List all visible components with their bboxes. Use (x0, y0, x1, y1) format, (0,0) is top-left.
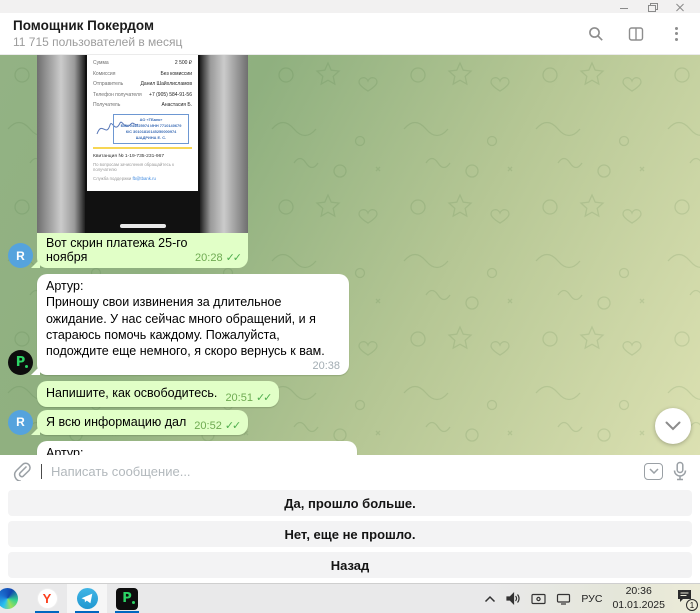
language-indicator[interactable]: РУС (581, 593, 602, 605)
photo-caption[interactable]: Вот скрин платежа 25-го ноября 20:28 ✓✓ (31, 233, 248, 268)
taskbar-clock[interactable]: 20:36 01.01.2025 (612, 585, 665, 611)
message-row: P Артур: Отправьте, пожалуйста, чек об о… (8, 440, 700, 455)
chat-title: Помощник Покердом (13, 18, 154, 33)
receipt-label: Получатель (93, 102, 121, 109)
photo-left-edge (37, 55, 85, 233)
toggle-sidebar-icon[interactable] (628, 26, 644, 42)
receipt-label: Отправитель (93, 81, 124, 88)
receipt-value: Анастасия Б. (161, 102, 192, 109)
taskbar-pokerdom-button[interactable]: P (107, 584, 147, 613)
chat-area: R Сумма 2 500 ₽ Комиссия Без комиссии Отпр… (0, 55, 700, 455)
menu-kebab-icon[interactable] (668, 26, 684, 42)
scroll-to-bottom-button[interactable] (655, 408, 691, 444)
phone-mockup: Сумма 2 500 ₽ Комиссия Без комиссии Отправ… (85, 55, 200, 233)
avatar[interactable]: R (8, 243, 33, 268)
payment-receipt: Сумма 2 500 ₽ Комиссия Без комиссии Отправ… (87, 55, 198, 191)
reply-button-no[interactable]: Нет, еще не прошло. (8, 521, 692, 547)
hidden-icons-chevron-icon[interactable] (484, 595, 496, 603)
stamp-line: ШАДРИНА Е. С. (135, 135, 167, 141)
receipt-divider (93, 146, 192, 149)
message-bubble[interactable]: Я всю информацию дал 20:52 ✓✓ (30, 409, 249, 436)
pokerdom-logo-icon: P (15, 355, 28, 371)
receipt-value: Данил Шайхлисламов (140, 81, 192, 88)
bank-stamp: АО «ТБанк» БИК 044525974 ИНН 7710140679 … (93, 113, 192, 145)
chevron-down-icon (665, 421, 681, 431)
minimize-icon[interactable] (620, 3, 630, 11)
caption-text: Вот скрин платежа 25-го ноября (46, 236, 188, 264)
microphone-icon[interactable] (672, 461, 688, 481)
receipt-number: Квитанция № 1-19-735-231-967 (93, 153, 165, 159)
message-list: R Сумма 2 500 ₽ Комиссия Без комиссии Отпр… (0, 55, 700, 455)
message-row: R Я всю информацию дал 20:52 ✓✓ (8, 409, 700, 436)
close-icon[interactable] (676, 3, 686, 11)
receipt-note: По вопросам зачисления обращайтесь к пол… (93, 162, 175, 173)
message-text: Артур: Отправьте, пожалуйста, чек об опе… (46, 445, 84, 455)
telegram-icon (76, 588, 98, 609)
taskbar-date: 01.01.2025 (612, 598, 665, 611)
search-icon[interactable] (588, 26, 604, 42)
touch-keyboard-icon[interactable] (531, 593, 547, 605)
taskbar-time: 20:36 (625, 585, 652, 598)
taskbar-edge-button[interactable] (0, 584, 27, 613)
bot-keyboard-toggle-icon[interactable] (644, 462, 663, 480)
reply-button-back[interactable]: Назад (8, 552, 692, 578)
receipt-value: Без комиссии (160, 70, 192, 77)
receipt-support-link: fb@tbank.ru (132, 175, 156, 181)
message-row: Напишите, как освободитесь. 20:51 ✓✓ (8, 381, 700, 407)
reply-button-yes[interactable]: Да, прошло больше. (8, 490, 692, 516)
action-center-button[interactable]: 1 (677, 589, 698, 611)
receipt-label: Сумма (93, 60, 109, 66)
notification-badge: 1 (686, 599, 698, 611)
chat-info[interactable]: Помощник Покердом 11 715 пользователей в… (13, 18, 588, 49)
phone-bezel (87, 191, 198, 233)
receipt-label: Телефон получателя (93, 91, 142, 98)
message-composer (0, 455, 700, 487)
message-time: 20:38 (312, 360, 340, 373)
message-text: Я всю информацию дал (46, 414, 187, 429)
yandex-browser-icon: Y (36, 588, 58, 609)
photo-right-edge (200, 55, 248, 233)
attach-icon[interactable] (12, 461, 32, 481)
read-checks-icon: ✓✓ (225, 252, 243, 264)
message-photo-row: R Сумма 2 500 ₽ Комиссия Без комиссии Отпр… (8, 55, 700, 268)
edge-icon (0, 588, 18, 609)
message-bubble[interactable]: Артур: Отправьте, пожалуйста, чек об опе… (37, 440, 357, 455)
read-checks-icon: ✓✓ (224, 419, 242, 432)
chat-header: Помощник Покердом 11 715 пользователей в… (0, 13, 700, 55)
message-row: P Артур: Приношу свои извинения за длите… (8, 274, 700, 376)
message-input[interactable] (51, 463, 635, 479)
volume-icon[interactable] (506, 592, 521, 605)
avatar[interactable]: P (8, 350, 33, 376)
receipt-value: 2 500 ₽ (174, 60, 192, 66)
read-checks-icon: ✓✓ (255, 391, 273, 404)
taskbar-telegram-button[interactable] (67, 584, 107, 613)
avatar[interactable]: R (8, 409, 33, 435)
receipt-support-label: Служба поддержки (93, 175, 132, 181)
chat-subtitle: 11 715 пользователей в месяц (13, 35, 183, 49)
receipt-value: +7 (905) 584-91-56 (149, 91, 192, 98)
network-icon[interactable] (556, 593, 571, 605)
photo-message[interactable]: Сумма 2 500 ₽ Комиссия Без комиссии Отправ… (31, 55, 248, 268)
restore-icon[interactable] (648, 2, 658, 12)
message-time: 20:52 (194, 419, 222, 432)
pokerdom-app-icon: P (116, 587, 138, 610)
window-titlebar (0, 0, 700, 13)
taskbar: Y P РУС 20:36 01.01.2025 1 (0, 583, 700, 613)
message-text: Напишите, как освободитесь. (46, 386, 218, 401)
receipt-photo[interactable]: Сумма 2 500 ₽ Комиссия Без комиссии Отправ… (37, 55, 248, 233)
receipt-label: Комиссия (93, 70, 116, 77)
taskbar-yandex-button[interactable]: Y (27, 584, 67, 613)
message-time: 20:51 (225, 391, 253, 404)
text-caret (41, 463, 42, 479)
message-bubble[interactable]: Напишите, как освободитесь. 20:51 ✓✓ (37, 381, 280, 407)
reply-keyboard: Да, прошло больше. Нет, еще не прошло. Н… (0, 487, 700, 583)
message-time: 20:28 (195, 252, 223, 264)
message-bubble[interactable]: Артур: Приношу свои извинения за длитель… (31, 274, 349, 376)
home-indicator (119, 224, 166, 228)
message-text: Артур: Приношу свои извинения за длитель… (46, 279, 325, 358)
